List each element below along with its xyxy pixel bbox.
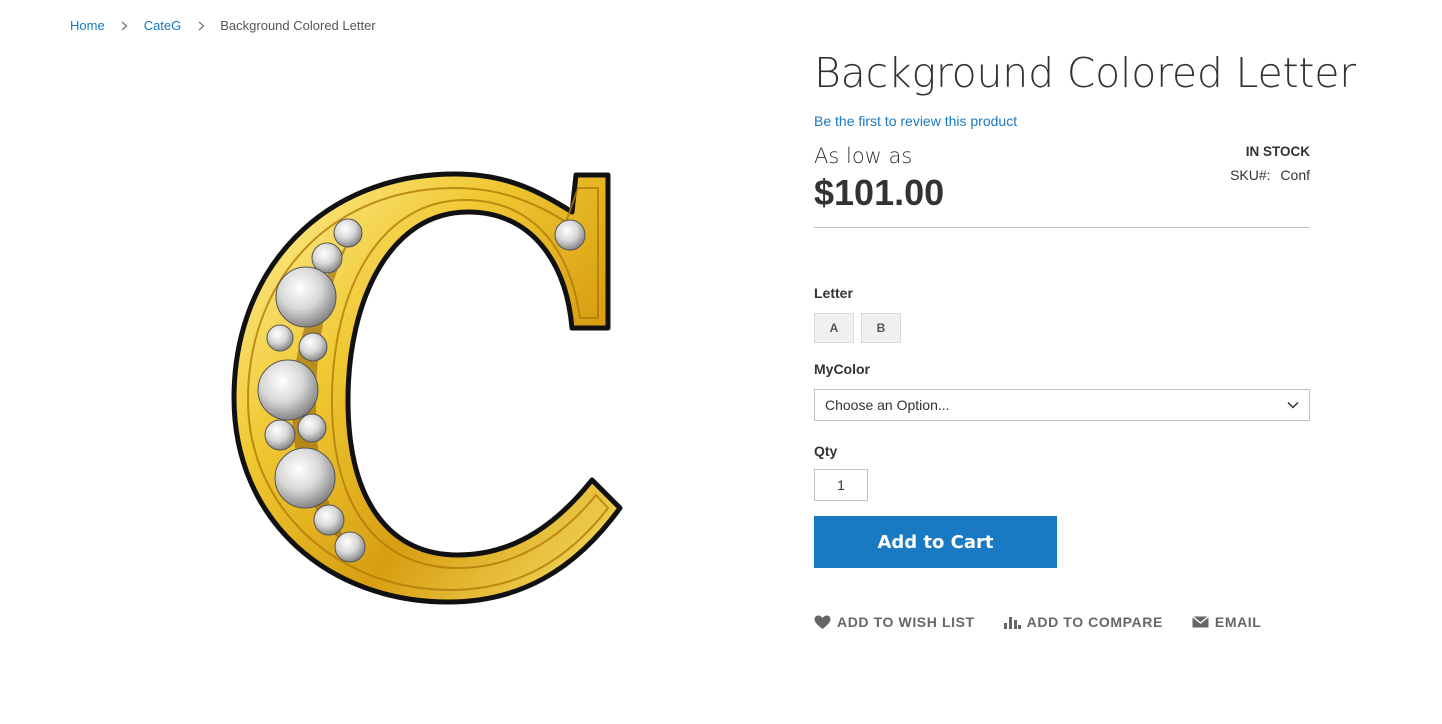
add-to-wish-list-link[interactable]: Add to Wish List <box>814 614 975 630</box>
add-to-compare-link[interactable]: Add to Compare <box>1003 614 1163 630</box>
add-to-cart-button[interactable]: Add to Cart <box>814 516 1057 568</box>
breadcrumb-home-link[interactable]: Home <box>70 18 105 34</box>
product-page: Home CateG Background Colored Letter Bac… <box>0 0 1442 724</box>
email-label: Email <box>1214 614 1262 630</box>
compare-label: Add to Compare <box>1026 614 1163 630</box>
sku-value: Conf <box>1280 167 1310 183</box>
heart-icon <box>814 615 831 629</box>
letter-swatch-b[interactable]: B <box>861 313 901 343</box>
mycolor-select-value: Choose an Option... <box>825 397 950 413</box>
letter-swatch-a[interactable]: A <box>814 313 854 343</box>
stock-info: IN STOCK SKU#: Conf <box>1230 143 1310 184</box>
wish-list-label: Add to Wish List <box>837 614 975 630</box>
email-link[interactable]: Email <box>1191 614 1262 630</box>
envelope-icon <box>1191 616 1209 628</box>
divider <box>814 227 1310 228</box>
letter-option-label: Letter <box>814 285 853 301</box>
price-box: As low as $101.00 IN STOCK SKU#: Conf <box>814 143 1310 223</box>
breadcrumb-current: Background Colored Letter <box>220 18 376 33</box>
product-info: Background Colored Letter Be the first t… <box>814 48 1356 630</box>
chevron-down-icon <box>1287 401 1299 409</box>
breadcrumb-category-link[interactable]: CateG <box>144 18 182 34</box>
chevron-right-icon <box>121 21 129 31</box>
sku: SKU#: Conf <box>1230 166 1310 184</box>
sku-label: SKU#: <box>1230 167 1271 183</box>
review-link[interactable]: Be the first to review this product <box>814 113 1310 129</box>
letter-swatches: A B <box>814 313 1310 343</box>
compare-bars-icon <box>1003 617 1021 629</box>
qty-input[interactable] <box>814 469 868 501</box>
stock-status: IN STOCK <box>1245 144 1310 159</box>
gold-letter-c-with-diamonds-icon <box>231 171 623 605</box>
product-image[interactable] <box>200 150 660 630</box>
product-social-links: Add to Wish List Add to Compare Email <box>814 614 1310 630</box>
page-title: Background Colored Letter <box>814 49 1356 97</box>
mycolor-option-label: MyColor <box>814 361 870 377</box>
chevron-right-icon <box>197 21 205 31</box>
mycolor-select[interactable]: Choose an Option... <box>814 389 1310 421</box>
qty-label: Qty <box>814 443 838 459</box>
breadcrumb: Home CateG Background Colored Letter <box>70 18 376 34</box>
